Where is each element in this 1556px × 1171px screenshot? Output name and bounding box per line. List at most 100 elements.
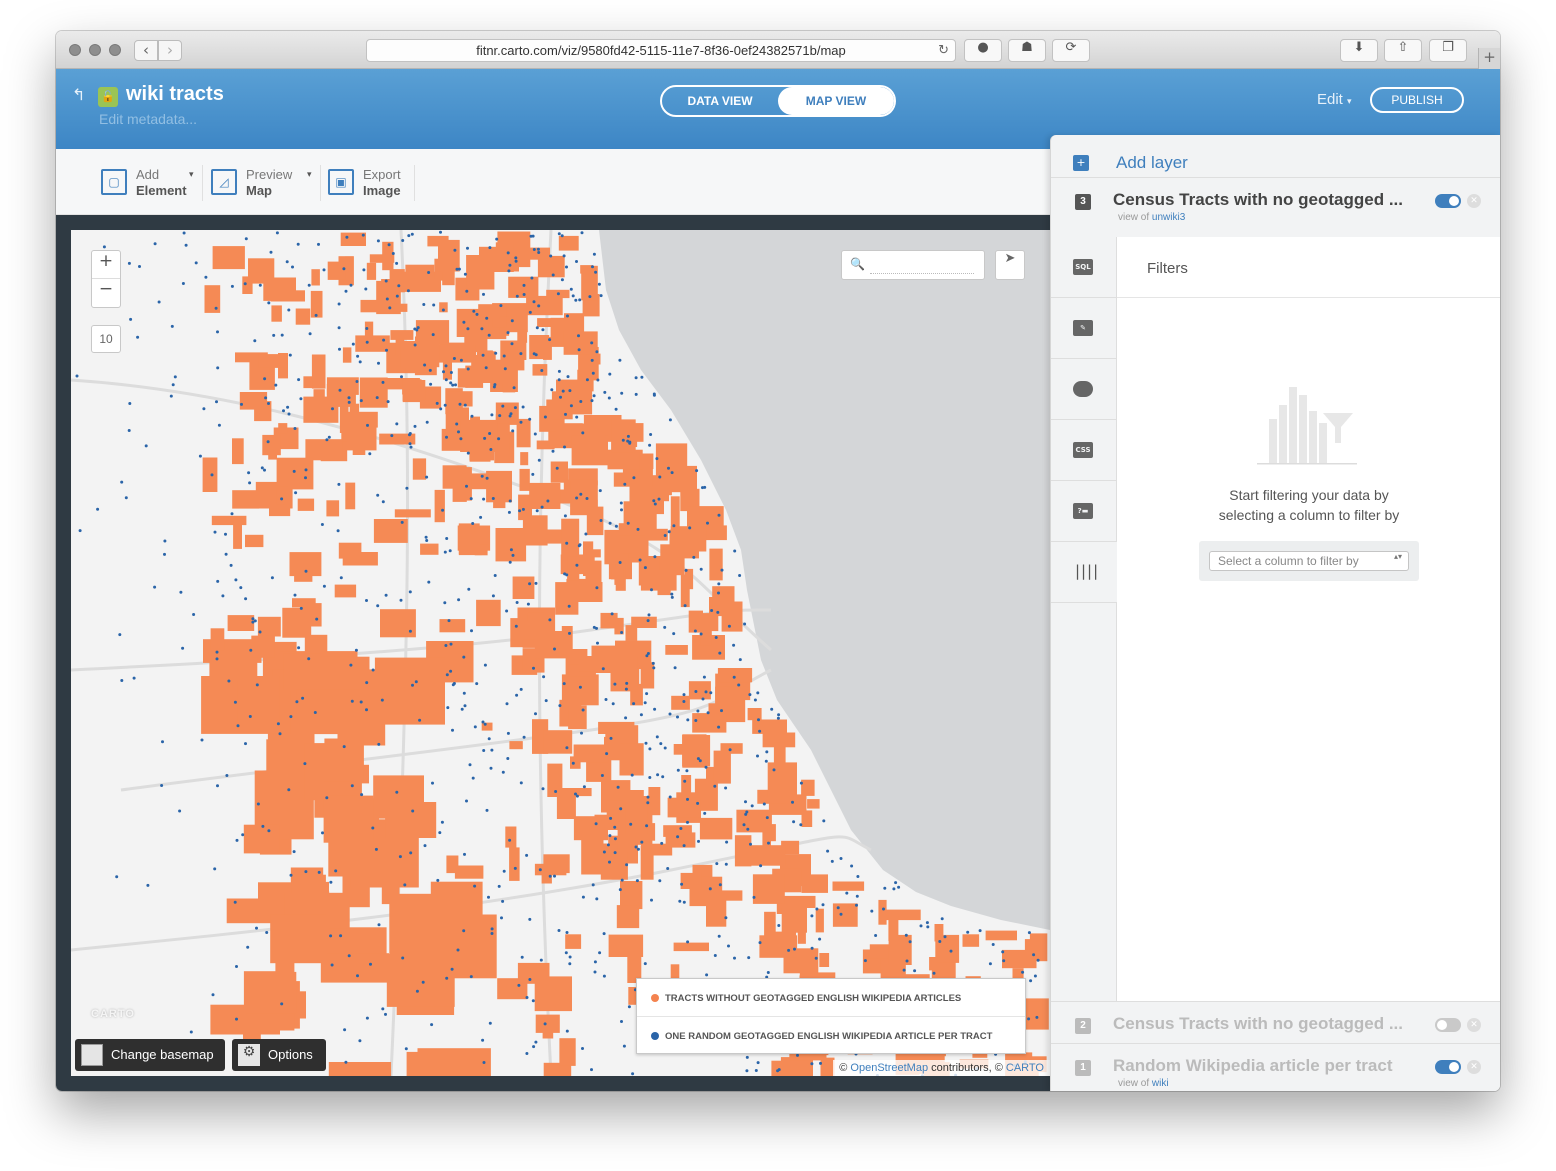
wiki-article-point[interactable] xyxy=(569,404,573,408)
wiki-article-point[interactable] xyxy=(702,675,706,679)
wiki-article-point[interactable] xyxy=(514,256,518,260)
census-tract[interactable] xyxy=(534,976,572,1012)
wiki-article-point[interactable] xyxy=(733,549,737,553)
census-tract[interactable] xyxy=(505,826,517,848)
wiki-article-point[interactable] xyxy=(411,809,415,813)
wiki-article-point[interactable] xyxy=(391,252,395,255)
wiki-article-point[interactable] xyxy=(777,924,781,927)
wiki-article-point[interactable] xyxy=(902,968,906,972)
wiki-article-point[interactable] xyxy=(463,403,467,407)
wiki-article-point[interactable] xyxy=(683,604,687,608)
wiki-article-point[interactable] xyxy=(686,718,690,722)
census-tract[interactable] xyxy=(529,482,561,509)
census-tract[interactable] xyxy=(708,703,718,727)
wiki-article-point[interactable] xyxy=(507,510,511,514)
wiki-article-point[interactable] xyxy=(563,514,567,518)
wiki-article-point[interactable] xyxy=(272,333,276,337)
census-tract[interactable] xyxy=(270,914,327,964)
census-tract[interactable] xyxy=(262,434,281,456)
wiki-article-point[interactable] xyxy=(128,402,132,405)
census-tract[interactable] xyxy=(453,467,472,501)
wiki-article-point[interactable] xyxy=(297,646,301,650)
wiki-article-point[interactable] xyxy=(494,351,498,355)
wiki-article-point[interactable] xyxy=(753,698,757,702)
wiki-article-point[interactable] xyxy=(620,1020,623,1023)
wiki-article-point[interactable] xyxy=(626,434,630,438)
wiki-article-point[interactable] xyxy=(449,642,453,646)
wiki-article-point[interactable] xyxy=(599,294,603,298)
census-tract[interactable] xyxy=(405,264,435,279)
wiki-article-point[interactable] xyxy=(578,685,582,689)
wiki-article-point[interactable] xyxy=(810,1062,814,1066)
wiki-article-point[interactable] xyxy=(643,962,647,966)
wiki-article-point[interactable] xyxy=(258,630,262,634)
wiki-article-point[interactable] xyxy=(386,400,390,404)
wiki-article-point[interactable] xyxy=(532,1045,536,1049)
census-tract[interactable] xyxy=(458,523,480,555)
wiki-article-point[interactable] xyxy=(430,1023,434,1027)
wiki-article-point[interactable] xyxy=(845,891,849,895)
census-tract[interactable] xyxy=(292,598,316,608)
wiki-article-point[interactable] xyxy=(448,549,452,553)
wiki-article-point[interactable] xyxy=(509,548,513,552)
wiki-article-point[interactable] xyxy=(289,873,293,877)
wiki-article-point[interactable] xyxy=(304,468,308,472)
wiki-article-point[interactable] xyxy=(444,378,448,382)
wiki-article-point[interactable] xyxy=(376,604,380,608)
wiki-article-point[interactable] xyxy=(522,735,526,739)
wiki-article-point[interactable] xyxy=(752,895,756,899)
wiki-article-point[interactable] xyxy=(796,1053,799,1057)
wiki-article-point[interactable] xyxy=(667,466,670,470)
wiki-article-point[interactable] xyxy=(505,609,509,613)
census-tract[interactable] xyxy=(439,619,466,633)
wiki-article-point[interactable] xyxy=(699,632,703,636)
wiki-article-point[interactable] xyxy=(897,885,901,889)
wiki-article-point[interactable] xyxy=(320,523,324,526)
wiki-article-point[interactable] xyxy=(377,361,380,365)
census-tract[interactable] xyxy=(212,246,245,270)
wiki-article-point[interactable] xyxy=(512,386,516,390)
wiki-article-point[interactable] xyxy=(623,482,627,486)
census-tract[interactable] xyxy=(736,809,772,833)
wiki-article-point[interactable] xyxy=(882,907,885,911)
census-tract[interactable] xyxy=(608,934,644,957)
census-tract[interactable] xyxy=(390,330,414,340)
wiki-article-point[interactable] xyxy=(619,807,623,811)
wiki-article-point[interactable] xyxy=(444,644,448,647)
wiki-article-point[interactable] xyxy=(297,378,301,382)
wiki-article-point[interactable] xyxy=(462,691,466,695)
wiki-article-point[interactable] xyxy=(439,407,443,411)
wiki-article-point[interactable] xyxy=(668,795,672,799)
layer-visibility-toggle[interactable] xyxy=(1435,194,1461,208)
wiki-article-point[interactable] xyxy=(1002,959,1006,963)
wiki-article-point[interactable] xyxy=(401,956,405,960)
census-tract[interactable] xyxy=(759,935,798,958)
census-tract[interactable] xyxy=(625,802,648,835)
sync-icon[interactable]: ⟳ xyxy=(1052,39,1090,62)
census-tract[interactable] xyxy=(717,668,753,683)
wiki-article-point[interactable] xyxy=(670,471,674,475)
census-tract[interactable] xyxy=(620,881,643,910)
wiki-article-point[interactable] xyxy=(408,629,412,633)
census-tract[interactable] xyxy=(373,775,424,819)
census-tract[interactable] xyxy=(673,744,700,755)
wiki-article-point[interactable] xyxy=(507,269,511,273)
wiki-article-point[interactable] xyxy=(235,838,239,842)
wiki-article-point[interactable] xyxy=(263,468,266,472)
wiki-article-point[interactable] xyxy=(557,378,561,382)
wiki-article-point[interactable] xyxy=(442,370,445,374)
census-tract[interactable] xyxy=(297,498,315,511)
wiki-article-point[interactable] xyxy=(215,657,219,661)
wiki-article-point[interactable] xyxy=(170,324,174,328)
wiki-article-point[interactable] xyxy=(413,343,417,347)
wiki-article-point[interactable] xyxy=(750,804,754,808)
wiki-article-point[interactable] xyxy=(590,399,594,403)
wiki-article-point[interactable] xyxy=(602,932,606,936)
census-tract[interactable] xyxy=(640,845,654,880)
wiki-article-point[interactable] xyxy=(646,795,650,799)
wiki-article-point[interactable] xyxy=(463,704,467,708)
wiki-article-point[interactable] xyxy=(488,246,492,250)
wiki-article-point[interactable] xyxy=(144,444,148,448)
wiki-article-point[interactable] xyxy=(336,529,340,533)
wiki-article-point[interactable] xyxy=(385,297,389,301)
